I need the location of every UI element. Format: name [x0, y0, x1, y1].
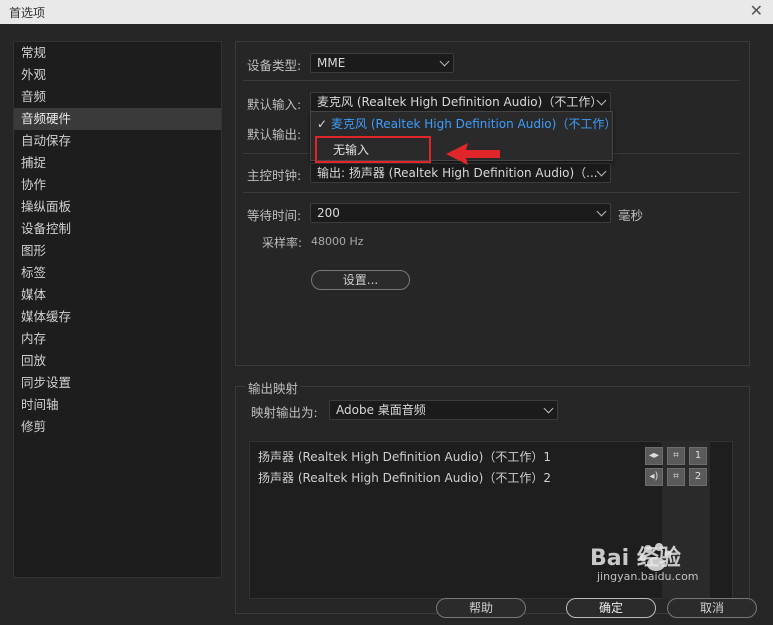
list-item[interactable]: 扬声器 (Realtek High Definition Audio)（不工作）… [258, 469, 551, 486]
sample-rate-value: 48000 Hz [311, 235, 364, 248]
channel-number: 1 [689, 447, 707, 465]
output-mapping-title: 输出映射 [246, 378, 301, 397]
close-icon[interactable]: ✕ [750, 1, 763, 20]
speaker-left-icon[interactable]: ◂▸ [645, 447, 663, 465]
sidebar-item-playback[interactable]: 回放 [14, 350, 221, 372]
latency-value: 200 [317, 206, 340, 220]
sidebar-item-graphics[interactable]: 图形 [14, 240, 221, 262]
sidebar-item-appearance[interactable]: 外观 [14, 64, 221, 86]
watermark-url: jingyan.baidu.com [597, 570, 699, 583]
dropdown-option-microphone-label: 麦克风 (Realtek High Definition Audio)（不工作） [331, 117, 617, 131]
list-item[interactable]: 扬声器 (Realtek High Definition Audio)（不工作）… [258, 448, 551, 465]
channel-number: 2 [689, 468, 707, 486]
map-output-label: 映射输出为: [251, 405, 318, 420]
cancel-button[interactable]: 取消 [667, 598, 757, 618]
default-input-value: 麦克风 (Realtek High Definition Audio)（不工作） [317, 95, 603, 109]
master-clock-value: 输出: 扬声器 (Realtek High Definition Audio)（… [317, 166, 598, 180]
sidebar-item-control-surface[interactable]: 操纵面板 [14, 196, 221, 218]
sidebar-item-general[interactable]: 常规 [14, 42, 221, 64]
divider [243, 192, 740, 193]
default-input-label: 默认输入: [247, 97, 302, 112]
latency-label: 等待时间: [247, 208, 302, 223]
paw-logo-icon [639, 543, 672, 571]
sidebar-item-auto-save[interactable]: 自动保存 [14, 130, 221, 152]
map-output-select[interactable]: Adobe 桌面音频 [329, 400, 558, 420]
device-type-value: MME [317, 56, 346, 70]
sidebar-item-labels[interactable]: 标签 [14, 262, 221, 284]
default-output-label: 默认输出: [247, 127, 302, 142]
preferences-sidebar: 常规 外观 音频 音频硬件 自动保存 捕捉 协作 操纵面板 设备控制 图形 标签… [13, 41, 222, 578]
sidebar-item-media-cache[interactable]: 媒体缓存 [14, 306, 221, 328]
sidebar-item-memory[interactable]: 内存 [14, 328, 221, 350]
chevron-down-icon [596, 166, 607, 177]
channel-map-icon[interactable]: ⌗ [667, 447, 685, 465]
device-type-select[interactable]: MME [310, 53, 454, 73]
checkmark-icon: ✓ [317, 117, 328, 131]
sample-rate-label: 采样率: [262, 236, 303, 250]
title-bar: 首选项 ✕ [0, 0, 773, 24]
chevron-down-icon [543, 403, 554, 414]
sidebar-item-collaboration[interactable]: 协作 [14, 174, 221, 196]
settings-button[interactable]: 设置... [311, 270, 410, 290]
sidebar-item-trim[interactable]: 修剪 [14, 416, 221, 438]
sidebar-item-media[interactable]: 媒体 [14, 284, 221, 306]
channel-map-icon[interactable]: ⌗ [667, 468, 685, 486]
latency-unit: 毫秒 [618, 208, 644, 223]
sidebar-item-timeline[interactable]: 时间轴 [14, 394, 221, 416]
master-clock-label: 主控时钟: [247, 168, 302, 183]
ok-button[interactable]: 确定 [566, 598, 656, 618]
map-output-value: Adobe 桌面音频 [336, 403, 426, 417]
sidebar-item-sync-settings[interactable]: 同步设置 [14, 372, 221, 394]
sidebar-item-capture[interactable]: 捕捉 [14, 152, 221, 174]
device-type-label: 设备类型: [247, 58, 302, 73]
annotation-arrow-icon [446, 143, 500, 165]
annotation-highlight-box [315, 136, 431, 163]
divider [243, 80, 740, 81]
chevron-down-icon [439, 56, 450, 67]
sidebar-item-audio-hardware[interactable]: 音频硬件 [14, 108, 221, 130]
window-title: 首选项 [9, 6, 46, 20]
help-button[interactable]: 帮助 [436, 598, 526, 618]
speaker-icon[interactable]: ◂) [645, 468, 663, 486]
default-input-select[interactable]: 麦克风 (Realtek High Definition Audio)（不工作） [310, 92, 611, 112]
sidebar-item-audio[interactable]: 音频 [14, 86, 221, 108]
sidebar-item-device-control[interactable]: 设备控制 [14, 218, 221, 240]
dropdown-option-microphone[interactable]: ✓ 麦克风 (Realtek High Definition Audio)（不工作… [317, 115, 616, 132]
latency-select[interactable]: 200 [310, 203, 611, 223]
chevron-down-icon [596, 206, 607, 217]
